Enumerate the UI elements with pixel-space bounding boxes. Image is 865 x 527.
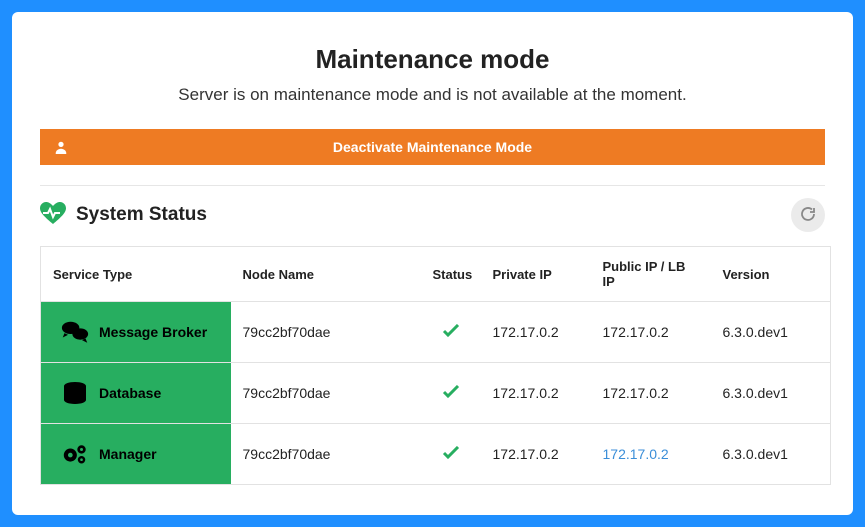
table-row: Manager 79cc2bf70dae 172.17.0.2 172.17.0.2 6…	[41, 424, 831, 485]
check-icon	[442, 447, 460, 463]
status-cell	[421, 424, 481, 485]
th-service-type: Service Type	[41, 247, 231, 302]
node-name-cell: 79cc2bf70dae	[231, 424, 421, 485]
service-name: Database	[99, 385, 161, 401]
refresh-button[interactable]	[791, 198, 825, 232]
service-type-cell: Message Broker	[41, 302, 231, 363]
th-private-ip: Private IP	[481, 247, 591, 302]
version-cell: 6.3.0.dev1	[711, 424, 831, 485]
private-ip-cell: 172.17.0.2	[481, 424, 591, 485]
th-public-ip: Public IP / LB IP	[591, 247, 711, 302]
service-type-cell: Manager	[41, 424, 231, 485]
status-tbody: Message Broker79cc2bf70dae172.17.0.2172.…	[41, 302, 831, 485]
table-row: Message Broker 79cc2bf70dae 172.17.0.2 172.…	[41, 302, 831, 363]
version-cell: 6.3.0.dev1	[711, 302, 831, 363]
service-name: Manager	[99, 446, 157, 462]
divider	[40, 185, 825, 186]
deactivate-maintenance-button[interactable]: Deactivate Maintenance Mode	[40, 129, 825, 165]
public-ip-cell: 172.17.0.2	[591, 424, 711, 485]
page-subtitle: Server is on maintenance mode and is not…	[40, 85, 825, 105]
public-ip-link[interactable]: 172.17.0.2	[603, 446, 669, 462]
table-header-row: Service Type Node Name Status Private IP…	[41, 247, 831, 302]
status-table: Service Type Node Name Status Private IP…	[40, 246, 831, 485]
public-ip-cell: 172.17.0.2	[591, 302, 711, 363]
database-icon	[61, 381, 89, 405]
public-ip-text: 172.17.0.2	[603, 324, 669, 340]
status-section-title: System Status	[76, 204, 207, 226]
page-title: Maintenance mode	[40, 44, 825, 75]
private-ip-cell: 172.17.0.2	[481, 363, 591, 424]
service-type-cell: Database	[41, 363, 231, 424]
refresh-icon	[800, 206, 816, 225]
user-icon	[54, 140, 68, 154]
public-ip-text: 172.17.0.2	[603, 385, 669, 401]
check-icon	[442, 325, 460, 341]
node-name-cell: 79cc2bf70dae	[231, 363, 421, 424]
chat-icon	[61, 320, 89, 344]
public-ip-cell: 172.17.0.2	[591, 363, 711, 424]
status-cell	[421, 363, 481, 424]
th-version: Version	[711, 247, 831, 302]
th-status: Status	[421, 247, 481, 302]
node-name-cell: 79cc2bf70dae	[231, 302, 421, 363]
table-row: Database 79cc2bf70dae 172.17.0.2 172.17.0.2…	[41, 363, 831, 424]
deactivate-maintenance-label: Deactivate Maintenance Mode	[333, 139, 532, 155]
heartbeat-icon	[40, 202, 66, 229]
service-name: Message Broker	[99, 324, 207, 340]
version-cell: 6.3.0.dev1	[711, 363, 831, 424]
check-icon	[442, 386, 460, 402]
main-panel: Maintenance mode Server is on maintenanc…	[12, 12, 853, 515]
status-cell	[421, 302, 481, 363]
status-header: System Status	[40, 198, 825, 232]
private-ip-cell: 172.17.0.2	[481, 302, 591, 363]
gears-icon	[61, 442, 89, 466]
th-node-name: Node Name	[231, 247, 421, 302]
